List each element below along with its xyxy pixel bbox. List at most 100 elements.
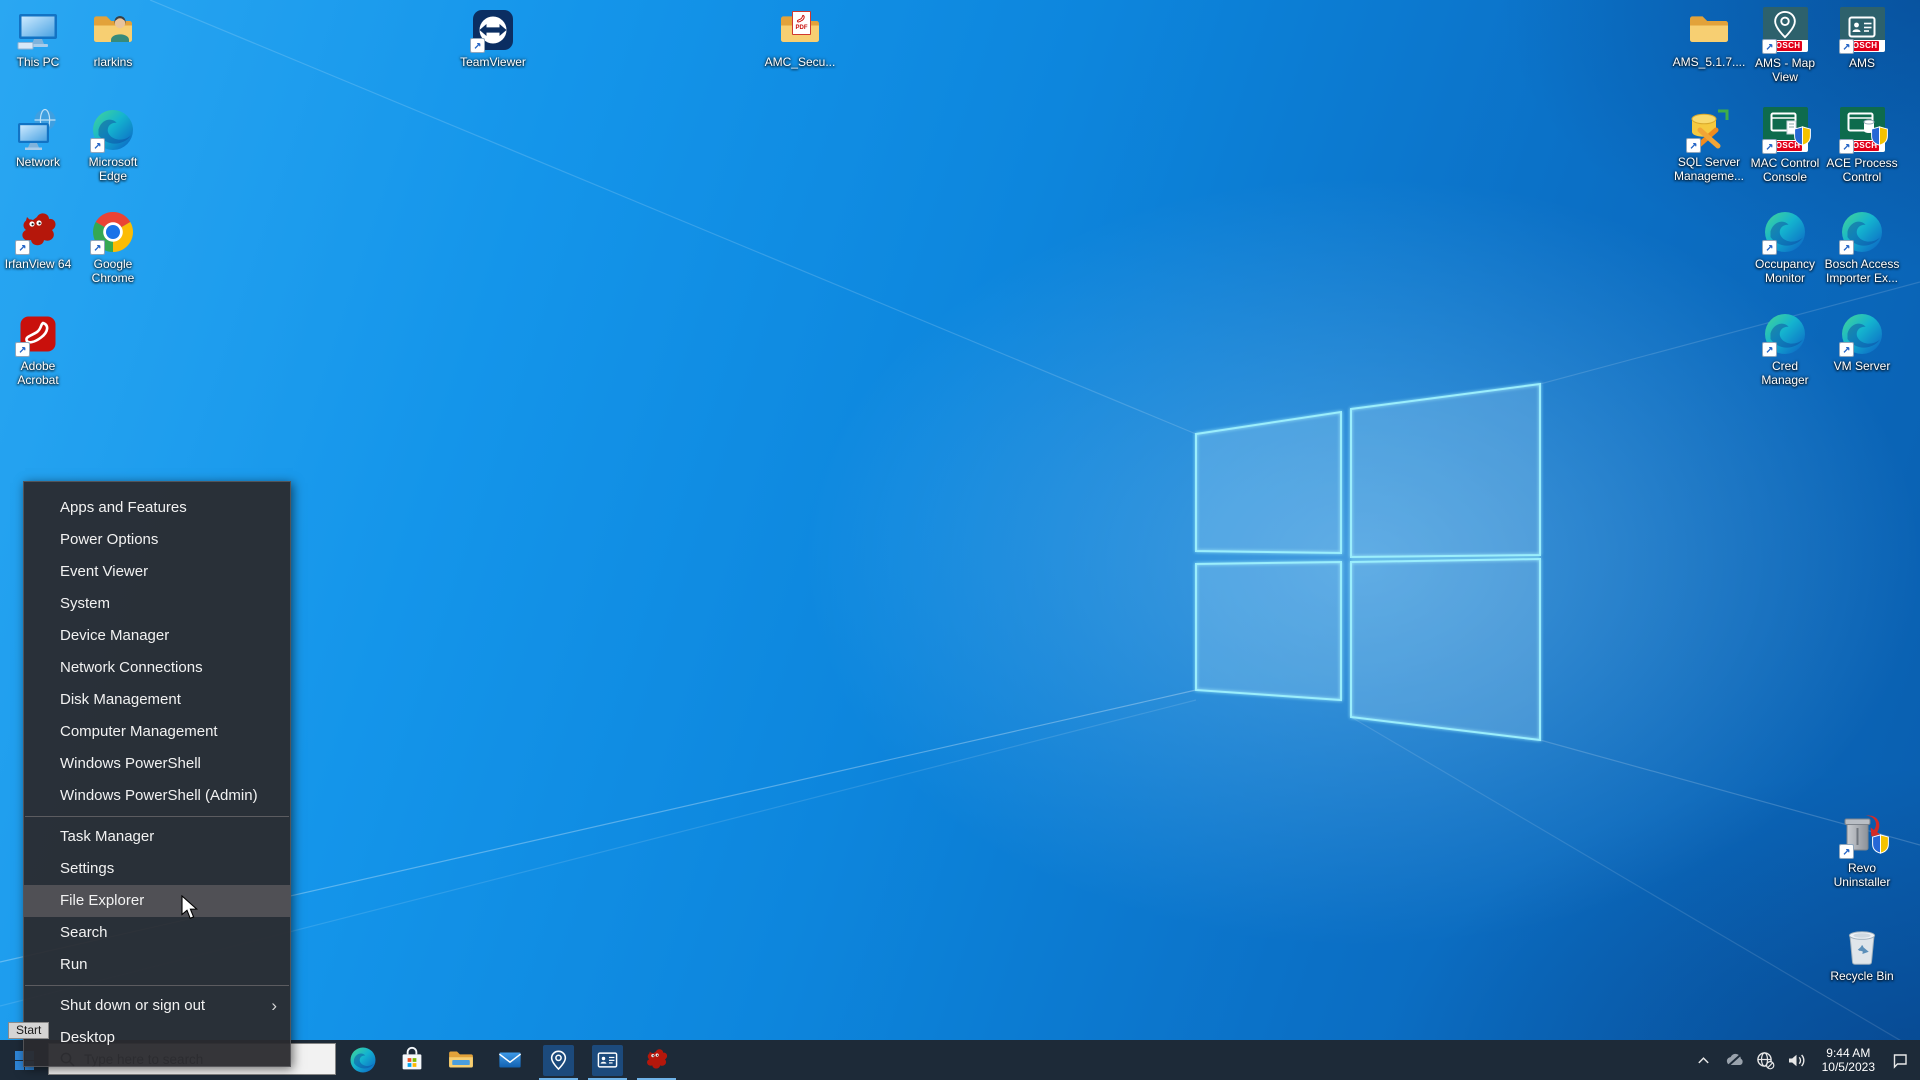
menu-item-run[interactable]: Run bbox=[24, 949, 290, 981]
desktop-icon-label: SQL Server Manageme... bbox=[1671, 155, 1747, 183]
desktop-icon-rlarkins[interactable]: rlarkins bbox=[75, 6, 151, 69]
desktop-icon-microsoft-edge[interactable]: Microsoft Edge bbox=[75, 106, 151, 183]
desktop-icon-label: AMS - Map View bbox=[1747, 56, 1823, 84]
shortcut-arrow-icon bbox=[1762, 240, 1777, 255]
desktop-icon-label: Network bbox=[0, 155, 76, 169]
revo-uninstaller-icon bbox=[1838, 812, 1886, 860]
desktop-icon-label: AMS bbox=[1824, 56, 1900, 70]
desktop-icon-google-chrome[interactable]: Google Chrome bbox=[75, 208, 151, 285]
menu-separator bbox=[25, 985, 289, 986]
uac-shield-icon bbox=[1872, 834, 1889, 854]
shortcut-arrow-icon bbox=[1839, 139, 1854, 154]
tray-network-icon[interactable] bbox=[1754, 1046, 1778, 1074]
menu-item-desktop[interactable]: Desktop bbox=[24, 1022, 290, 1054]
teamviewer-icon bbox=[469, 6, 517, 54]
taskbar-app-ams[interactable] bbox=[583, 1040, 632, 1080]
menu-separator bbox=[25, 816, 289, 817]
tray-onedrive-icon[interactable] bbox=[1723, 1046, 1747, 1074]
winx-context-menu: Apps and FeaturesPower OptionsEvent View… bbox=[23, 481, 291, 1067]
tray-clock[interactable]: 9:44 AM 10/5/2023 bbox=[1816, 1046, 1881, 1074]
menu-item-computer-management[interactable]: Computer Management bbox=[24, 716, 290, 748]
taskbar-app-mail[interactable] bbox=[485, 1040, 534, 1080]
taskbar-app-edge[interactable] bbox=[338, 1040, 387, 1080]
sql-server-management-icon bbox=[1685, 106, 1733, 154]
vm-server-icon bbox=[1838, 310, 1886, 358]
desktop-icon-label: MAC Control Console bbox=[1747, 156, 1823, 184]
shortcut-arrow-icon bbox=[1839, 240, 1854, 255]
amc-secu-icon: PDF bbox=[776, 6, 824, 54]
occupancy-monitor-icon bbox=[1761, 208, 1809, 256]
taskbar-app-irfanview[interactable] bbox=[632, 1040, 681, 1080]
desktop-icon-bosch-access-importer[interactable]: Bosch Access Importer Ex... bbox=[1824, 208, 1900, 285]
google-chrome-icon bbox=[89, 208, 137, 256]
menu-item-task-manager[interactable]: Task Manager bbox=[24, 821, 290, 853]
desktop-icon-label: AMS_5.1.7.... bbox=[1671, 55, 1747, 69]
menu-item-apps-and-features[interactable]: Apps and Features bbox=[24, 492, 290, 524]
desktop-icon-amc-secu[interactable]: PDFAMC_Secu... bbox=[762, 6, 838, 69]
desktop-icon-label: Recycle Bin bbox=[1824, 969, 1900, 983]
shortcut-arrow-icon bbox=[1839, 844, 1854, 859]
taskbar-app-file-explorer[interactable] bbox=[436, 1040, 485, 1080]
shortcut-arrow-icon bbox=[90, 138, 105, 153]
shortcut-arrow-icon bbox=[470, 38, 485, 53]
rlarkins-icon bbox=[89, 6, 137, 54]
shortcut-arrow-icon bbox=[15, 240, 30, 255]
clock-date: 10/5/2023 bbox=[1822, 1060, 1875, 1074]
menu-item-network-connections[interactable]: Network Connections bbox=[24, 652, 290, 684]
desktop-icon-irfanview-64[interactable]: IrfanView 64 bbox=[0, 208, 76, 271]
menu-item-system[interactable]: System bbox=[24, 588, 290, 620]
taskbar-app-microsoft-store[interactable] bbox=[387, 1040, 436, 1080]
menu-item-shut-down-or-sign-out[interactable]: Shut down or sign out› bbox=[24, 990, 290, 1022]
uac-shield-icon bbox=[1871, 126, 1888, 146]
taskbar-app-ams-map-view[interactable] bbox=[534, 1040, 583, 1080]
desktop-icon-sql-server-management[interactable]: SQL Server Manageme... bbox=[1671, 106, 1747, 183]
app-tile bbox=[543, 1045, 574, 1076]
desktop-icon-ams[interactable]: BOSCHAMS bbox=[1824, 6, 1900, 70]
desktop-icon-ace-process-control[interactable]: BOSCHACE Process Control bbox=[1824, 106, 1900, 184]
desktop-icon-label: IrfanView 64 bbox=[0, 257, 76, 271]
menu-item-search[interactable]: Search bbox=[24, 917, 290, 949]
tray-chevron-up-icon[interactable] bbox=[1692, 1046, 1716, 1074]
desktop-icon-vm-server[interactable]: VM Server bbox=[1824, 310, 1900, 373]
desktop-icon-occupancy-monitor[interactable]: Occupancy Monitor bbox=[1747, 208, 1823, 285]
desktop-icon-label: Bosch Access Importer Ex... bbox=[1824, 257, 1900, 285]
clock-time: 9:44 AM bbox=[1822, 1046, 1875, 1060]
shortcut-arrow-icon bbox=[15, 342, 30, 357]
microsoft-edge-icon bbox=[89, 106, 137, 154]
desktop-icon-label: Google Chrome bbox=[75, 257, 151, 285]
desktop-icon-label: Microsoft Edge bbox=[75, 155, 151, 183]
desktop-icon-network[interactable]: Network bbox=[0, 106, 76, 169]
menu-item-disk-management[interactable]: Disk Management bbox=[24, 684, 290, 716]
menu-item-power-options[interactable]: Power Options bbox=[24, 524, 290, 556]
menu-item-device-manager[interactable]: Device Manager bbox=[24, 620, 290, 652]
cred-manager-icon bbox=[1761, 310, 1809, 358]
menu-item-settings[interactable]: Settings bbox=[24, 853, 290, 885]
desktop-icon-label: Revo Uninstaller bbox=[1824, 861, 1900, 889]
menu-item-event-viewer[interactable]: Event Viewer bbox=[24, 556, 290, 588]
desktop-icon-label: AMC_Secu... bbox=[762, 55, 838, 69]
ams-map-view-icon: BOSCH bbox=[1761, 7, 1809, 55]
tray-volume-icon[interactable] bbox=[1785, 1046, 1809, 1074]
desktop-icon-label: ACE Process Control bbox=[1824, 156, 1900, 184]
desktop-icon-ams-map-view[interactable]: BOSCHAMS - Map View bbox=[1747, 6, 1823, 84]
shortcut-arrow-icon bbox=[1762, 39, 1777, 54]
shortcut-arrow-icon bbox=[1686, 138, 1701, 153]
desktop-icon-mac-control-console[interactable]: BOSCHMAC Control Console bbox=[1747, 106, 1823, 184]
uac-shield-icon bbox=[1794, 126, 1811, 146]
desktop-icon-cred-manager[interactable]: Cred Manager bbox=[1747, 310, 1823, 387]
action-center-icon[interactable] bbox=[1888, 1046, 1912, 1074]
desktop-icon-ams-517[interactable]: AMS_5.1.7.... bbox=[1671, 6, 1747, 69]
desktop-icon-recycle-bin[interactable]: Recycle Bin bbox=[1824, 920, 1900, 983]
app-tile bbox=[592, 1045, 623, 1076]
menu-item-windows-powershell-admin-[interactable]: Windows PowerShell (Admin) bbox=[24, 780, 290, 812]
ace-process-control-icon: BOSCH bbox=[1838, 107, 1886, 155]
desktop-icon-adobe-acrobat[interactable]: Adobe Acrobat bbox=[0, 310, 76, 387]
menu-item-file-explorer[interactable]: File Explorer bbox=[24, 885, 290, 917]
desktop-icon-this-pc[interactable]: This PC bbox=[0, 6, 76, 69]
menu-item-windows-powershell[interactable]: Windows PowerShell bbox=[24, 748, 290, 780]
shortcut-arrow-icon bbox=[1839, 342, 1854, 357]
desktop-icon-teamviewer[interactable]: TeamViewer bbox=[455, 6, 531, 69]
adobe-acrobat-icon bbox=[14, 310, 62, 358]
shortcut-arrow-icon bbox=[1762, 342, 1777, 357]
desktop-icon-revo-uninstaller[interactable]: Revo Uninstaller bbox=[1824, 812, 1900, 889]
